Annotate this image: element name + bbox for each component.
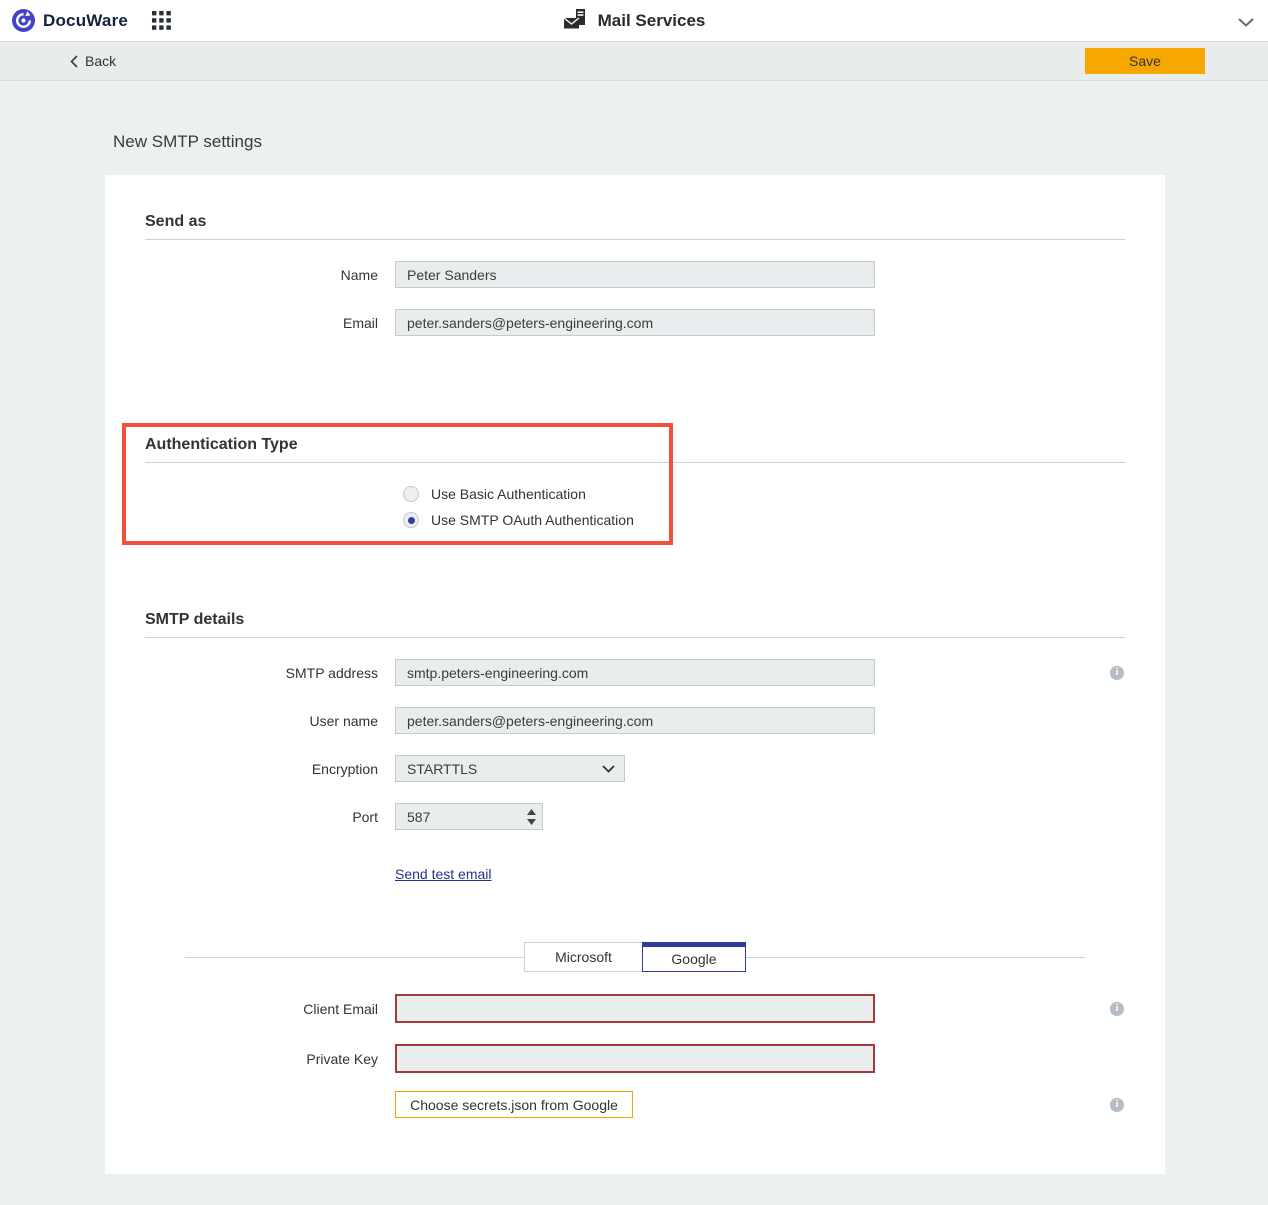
send-test-email-link[interactable]: Send test email: [395, 866, 492, 882]
radio-option-oauth[interactable]: Use SMTP OAuth Authentication: [403, 507, 1125, 533]
encryption-label: Encryption: [145, 761, 378, 777]
tab-google[interactable]: Google: [642, 942, 746, 972]
radio-label: Use Basic Authentication: [431, 486, 586, 502]
name-row: Name Peter Sanders: [145, 261, 1125, 288]
back-label: Back: [85, 53, 116, 69]
email-row: Email peter.sanders@peters-engineering.c…: [145, 309, 1125, 336]
page-title: New SMTP settings: [113, 132, 1268, 152]
port-spinner[interactable]: [527, 809, 536, 825]
tab-microsoft[interactable]: Microsoft: [524, 942, 642, 972]
choose-secrets-row: Choose secrets.json from Google i: [145, 1091, 1125, 1118]
brand: DocuWare: [0, 9, 128, 32]
authentication-heading: Authentication Type: [145, 436, 1125, 463]
client-email-label: Client Email: [145, 1001, 378, 1017]
smtp-address-row: SMTP address smtp.peters-engineering.com…: [145, 659, 1125, 686]
chevron-left-icon: [70, 55, 78, 68]
radio-checked-icon: [403, 512, 419, 528]
user-name-input[interactable]: peter.sanders@peters-engineering.com: [395, 707, 875, 734]
chevron-down-icon[interactable]: [1238, 14, 1254, 32]
name-input[interactable]: Peter Sanders: [395, 261, 875, 288]
port-value: 587: [407, 809, 430, 825]
app-title: Mail Services: [0, 0, 1268, 41]
triangle-up-icon: [527, 809, 536, 815]
encryption-value: STARTTLS: [407, 761, 477, 777]
name-label: Name: [145, 267, 378, 283]
email-label: Email: [145, 315, 378, 331]
google-section: Client Email i Private Key Choose secret…: [145, 994, 1125, 1118]
back-button[interactable]: Back: [70, 53, 116, 69]
smtp-address-label: SMTP address: [145, 665, 378, 681]
auth-radio-group: Use Basic Authentication Use SMTP OAuth …: [403, 481, 1125, 533]
radio-unchecked-icon: [403, 486, 419, 502]
info-icon[interactable]: i: [1110, 666, 1124, 680]
user-name-label: User name: [145, 713, 378, 729]
client-email-row: Client Email i: [145, 994, 1125, 1023]
action-toolbar: Back Save: [0, 42, 1268, 81]
settings-card: Send as Name Peter Sanders Email peter.s…: [105, 175, 1165, 1174]
send-as-heading: Send as: [145, 213, 1125, 240]
triangle-down-icon: [527, 819, 536, 825]
private-key-row: Private Key: [145, 1044, 1125, 1073]
encryption-select[interactable]: STARTTLS: [395, 755, 625, 782]
info-icon[interactable]: i: [1110, 1098, 1124, 1112]
authentication-section: Authentication Type Use Basic Authentica…: [145, 436, 1125, 533]
user-name-row: User name peter.sanders@peters-engineeri…: [145, 707, 1125, 734]
info-icon[interactable]: i: [1110, 1002, 1124, 1016]
email-input[interactable]: peter.sanders@peters-engineering.com: [395, 309, 875, 336]
app-grid-icon[interactable]: [152, 11, 171, 30]
encryption-row: Encryption STARTTLS: [145, 755, 1125, 782]
private-key-input[interactable]: [395, 1044, 875, 1073]
send-as-section: Send as Name Peter Sanders Email peter.s…: [145, 213, 1125, 336]
client-email-input[interactable]: [395, 994, 875, 1023]
app-header: DocuWare Mail Services: [0, 0, 1268, 42]
docuware-logo-icon: [12, 9, 35, 32]
port-input[interactable]: 587: [395, 803, 543, 830]
port-row: Port 587: [145, 803, 1125, 830]
choose-secrets-button[interactable]: Choose secrets.json from Google: [395, 1091, 633, 1118]
private-key-label: Private Key: [145, 1051, 378, 1067]
smtp-details-heading: SMTP details: [145, 611, 1125, 638]
port-label: Port: [145, 809, 378, 825]
smtp-details-section: SMTP details SMTP address smtp.peters-en…: [145, 611, 1125, 884]
mail-services-icon: [563, 9, 588, 32]
provider-tabs: Microsoft Google: [145, 942, 1125, 973]
app-title-text: Mail Services: [598, 11, 706, 31]
brand-name: DocuWare: [43, 11, 128, 31]
radio-option-basic-auth[interactable]: Use Basic Authentication: [403, 481, 1125, 507]
chevron-down-icon: [602, 765, 615, 773]
smtp-address-input[interactable]: smtp.peters-engineering.com: [395, 659, 875, 686]
save-button[interactable]: Save: [1085, 48, 1205, 74]
radio-label: Use SMTP OAuth Authentication: [431, 512, 634, 528]
